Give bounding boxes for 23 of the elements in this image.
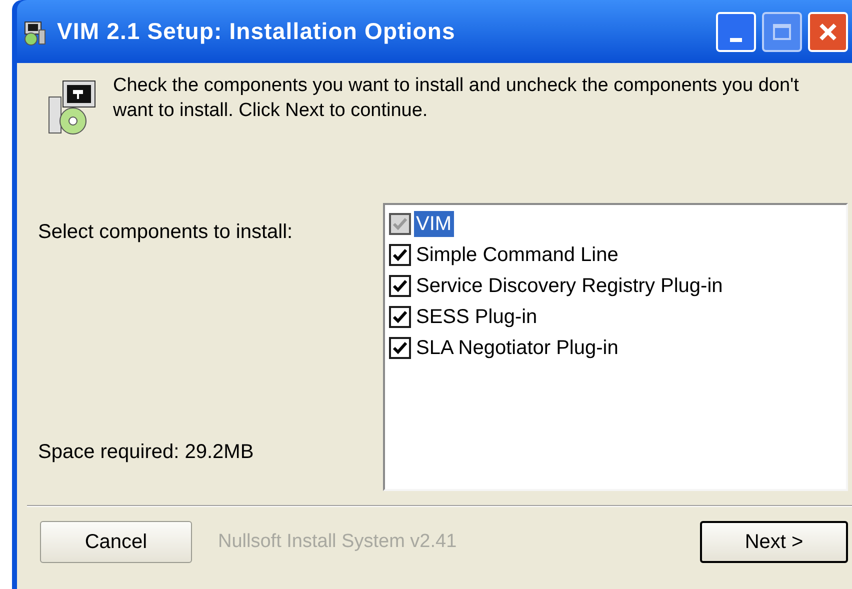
space-required-text: Space required: 29.2MB	[38, 440, 255, 465]
components-label: Select components to install:	[38, 220, 294, 245]
check-icon	[392, 278, 408, 294]
minimize-button[interactable]	[716, 12, 756, 52]
component-label[interactable]: SLA Negotiator Plug-in	[414, 335, 620, 361]
component-label[interactable]: SESS Plug-in	[414, 304, 540, 330]
checkbox[interactable]	[389, 337, 411, 359]
component-label[interactable]: Simple Command Line	[414, 242, 620, 268]
branding-text: Nullsoft Install System v2.41	[218, 530, 457, 554]
check-icon	[392, 309, 408, 325]
instruction-text: Check the components you want to install and uncheck the components you don't want to install. Click Next to continue.	[113, 74, 800, 123]
next-button[interactable]: Next >	[700, 521, 848, 563]
check-icon	[392, 247, 408, 263]
close-icon	[818, 22, 838, 42]
checkbox[interactable]	[389, 244, 411, 266]
close-button[interactable]	[808, 12, 848, 52]
component-label[interactable]: Service Discovery Registry Plug-in	[414, 273, 725, 299]
check-icon	[392, 340, 408, 356]
window-title: VIM 2.1 Setup: Installation Options	[57, 17, 456, 46]
checkbox[interactable]	[389, 306, 411, 328]
checkbox[interactable]	[389, 275, 411, 297]
cancel-button[interactable]: Cancel	[40, 521, 192, 563]
check-icon	[392, 216, 408, 232]
